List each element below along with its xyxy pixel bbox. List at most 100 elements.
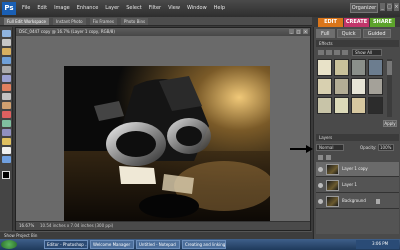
taskbar-clock: 3:06 PM <box>372 241 389 246</box>
subtab-full-edit[interactable]: Full Edit Workspace <box>4 18 49 25</box>
effect-thumbnail[interactable] <box>317 59 332 76</box>
motorcycle-photo[interactable] <box>64 66 270 223</box>
effect-thumbnail[interactable] <box>368 59 383 76</box>
project-bin-bar[interactable]: Show Project Bin <box>0 231 312 239</box>
menu-bar: Ps File Edit Image Enhance Layer Select … <box>0 0 400 17</box>
menu-file[interactable]: File <box>22 4 30 12</box>
tab-quick[interactable]: Quick <box>336 29 361 38</box>
foreground-color-swatch[interactable] <box>2 171 10 179</box>
red-eye-tool-icon[interactable] <box>2 111 11 118</box>
taskbar-button[interactable]: Welcome Manager <box>90 240 134 249</box>
type-tool-icon[interactable] <box>2 93 11 100</box>
tab-edit[interactable]: EDIT <box>318 18 343 27</box>
document-controls: _ □ × <box>289 29 308 34</box>
hand-tool-icon[interactable] <box>2 48 11 55</box>
effects-panel-header[interactable]: Effects <box>316 40 399 47</box>
document-titlebar[interactable]: DSC_0447 copy @ 16.7% (Layer 1 copy, RGB… <box>16 28 310 36</box>
effect-thumbnail[interactable] <box>334 97 349 114</box>
lock-transparency-icon[interactable] <box>318 155 323 160</box>
close-button[interactable]: × <box>394 3 399 11</box>
doc-minimize-button[interactable]: _ <box>289 29 294 34</box>
tab-guided[interactable]: Guided <box>362 29 391 38</box>
brush-tool-icon[interactable] <box>2 138 11 145</box>
move-tool-icon[interactable] <box>2 30 11 37</box>
subtab-photo-bins[interactable]: Photo Bins <box>120 18 149 25</box>
effect-thumbnail[interactable] <box>368 78 383 95</box>
doc-maximize-button[interactable]: □ <box>296 29 301 34</box>
filters-icon[interactable] <box>318 50 324 55</box>
panel-bin: Full Quick Guided Effects Show All Apply… <box>313 27 400 239</box>
organizer-button[interactable]: Organizer <box>350 3 378 13</box>
taskbar-buttons: Editor - Photoshop ... Welcome Manager U… <box>44 240 226 249</box>
visibility-eye-icon[interactable] <box>318 167 323 172</box>
menu-select[interactable]: Select <box>126 4 141 12</box>
toolbox <box>0 27 13 239</box>
pointer-arrow-icon <box>290 145 313 153</box>
layer-name: Background <box>342 198 366 203</box>
tab-create[interactable]: CREATE <box>344 18 369 27</box>
taskbar-button[interactable]: Creating and linking... <box>182 240 226 249</box>
document-status-bar: 16.67% 10.54 inches x 7.04 inches (300 p… <box>16 221 310 230</box>
photo-effects-icon[interactable] <box>334 50 340 55</box>
zoom-tool-icon[interactable] <box>2 39 11 46</box>
layer-styles-icon[interactable] <box>326 50 332 55</box>
minimize-button[interactable]: _ <box>380 3 385 11</box>
effect-thumbnail[interactable] <box>334 78 349 95</box>
menu-enhance[interactable]: Enhance <box>77 4 99 12</box>
layer-name: Layer 1 copy <box>342 166 368 171</box>
effect-thumbnail[interactable] <box>317 97 332 114</box>
magic-wand-tool-icon[interactable] <box>2 84 11 91</box>
layer-thumbnail <box>326 196 339 207</box>
clone-stamp-tool-icon[interactable] <box>2 129 11 136</box>
taskbar-button[interactable]: Editor - Photoshop ... <box>44 240 88 249</box>
effect-thumbnail[interactable] <box>351 59 366 76</box>
healing-brush-tool-icon[interactable] <box>2 120 11 127</box>
window-controls: _ □ × <box>380 3 399 11</box>
tab-share[interactable]: SHARE <box>370 18 395 27</box>
crop-tool-icon[interactable] <box>2 102 11 109</box>
effects-scroll-thumb[interactable] <box>387 61 392 75</box>
maximize-button[interactable]: □ <box>387 3 392 11</box>
opacity-field[interactable]: 100% <box>378 144 394 151</box>
effect-thumbnail[interactable] <box>334 59 349 76</box>
menu-edit[interactable]: Edit <box>37 4 47 12</box>
marquee-tool-icon[interactable] <box>2 66 11 73</box>
menu-view[interactable]: View <box>168 4 180 12</box>
eraser-tool-icon[interactable] <box>2 147 11 154</box>
paint-bucket-tool-icon[interactable] <box>2 156 11 163</box>
blend-mode-dropdown[interactable]: Normal <box>316 144 344 151</box>
visibility-eye-icon[interactable] <box>318 199 323 204</box>
document-info: 10.54 inches x 7.04 inches (300 ppi) <box>40 223 114 228</box>
canvas-area[interactable] <box>16 36 310 223</box>
menu-image[interactable]: Image <box>54 4 70 12</box>
menu-layer[interactable]: Layer <box>105 4 119 12</box>
effect-thumbnail[interactable] <box>317 78 332 95</box>
all-effects-icon[interactable] <box>342 50 348 55</box>
menu-window[interactable]: Window <box>187 4 207 12</box>
layer-row[interactable]: Layer 1 copy <box>316 162 399 177</box>
effect-thumbnail[interactable] <box>351 97 366 114</box>
layers-panel-header[interactable]: Layers <box>316 134 399 141</box>
effect-thumbnail[interactable] <box>351 78 366 95</box>
doc-close-button[interactable]: × <box>303 29 308 34</box>
tab-full[interactable]: Full <box>316 29 335 38</box>
menu-filter[interactable]: Filter <box>149 4 161 12</box>
layer-row[interactable]: Layer 1 <box>316 178 399 193</box>
background-lock-icon <box>376 199 380 204</box>
taskbar-button[interactable]: Untitled - Notepad <box>136 240 180 249</box>
effect-thumbnail[interactable] <box>368 97 383 114</box>
eyedropper-tool-icon[interactable] <box>2 57 11 64</box>
menu-help[interactable]: Help <box>214 4 225 12</box>
lasso-tool-icon[interactable] <box>2 75 11 82</box>
zoom-level[interactable]: 16.67% <box>19 223 34 229</box>
visibility-eye-icon[interactable] <box>318 183 323 188</box>
subtab-instant-photo[interactable]: Instant Photo <box>53 18 86 25</box>
effects-category-dropdown[interactable]: Show All <box>352 49 382 56</box>
layer-row[interactable]: Background <box>316 194 399 209</box>
subtab-fix-frames[interactable]: Fix Frames <box>89 18 117 25</box>
apply-button[interactable]: Apply <box>383 120 397 127</box>
start-button[interactable] <box>1 240 17 249</box>
lock-all-icon[interactable] <box>326 155 331 160</box>
document-title: DSC_0447 copy @ 16.7% (Layer 1 copy, RGB… <box>19 29 115 34</box>
effects-scrollbar[interactable] <box>387 59 392 117</box>
